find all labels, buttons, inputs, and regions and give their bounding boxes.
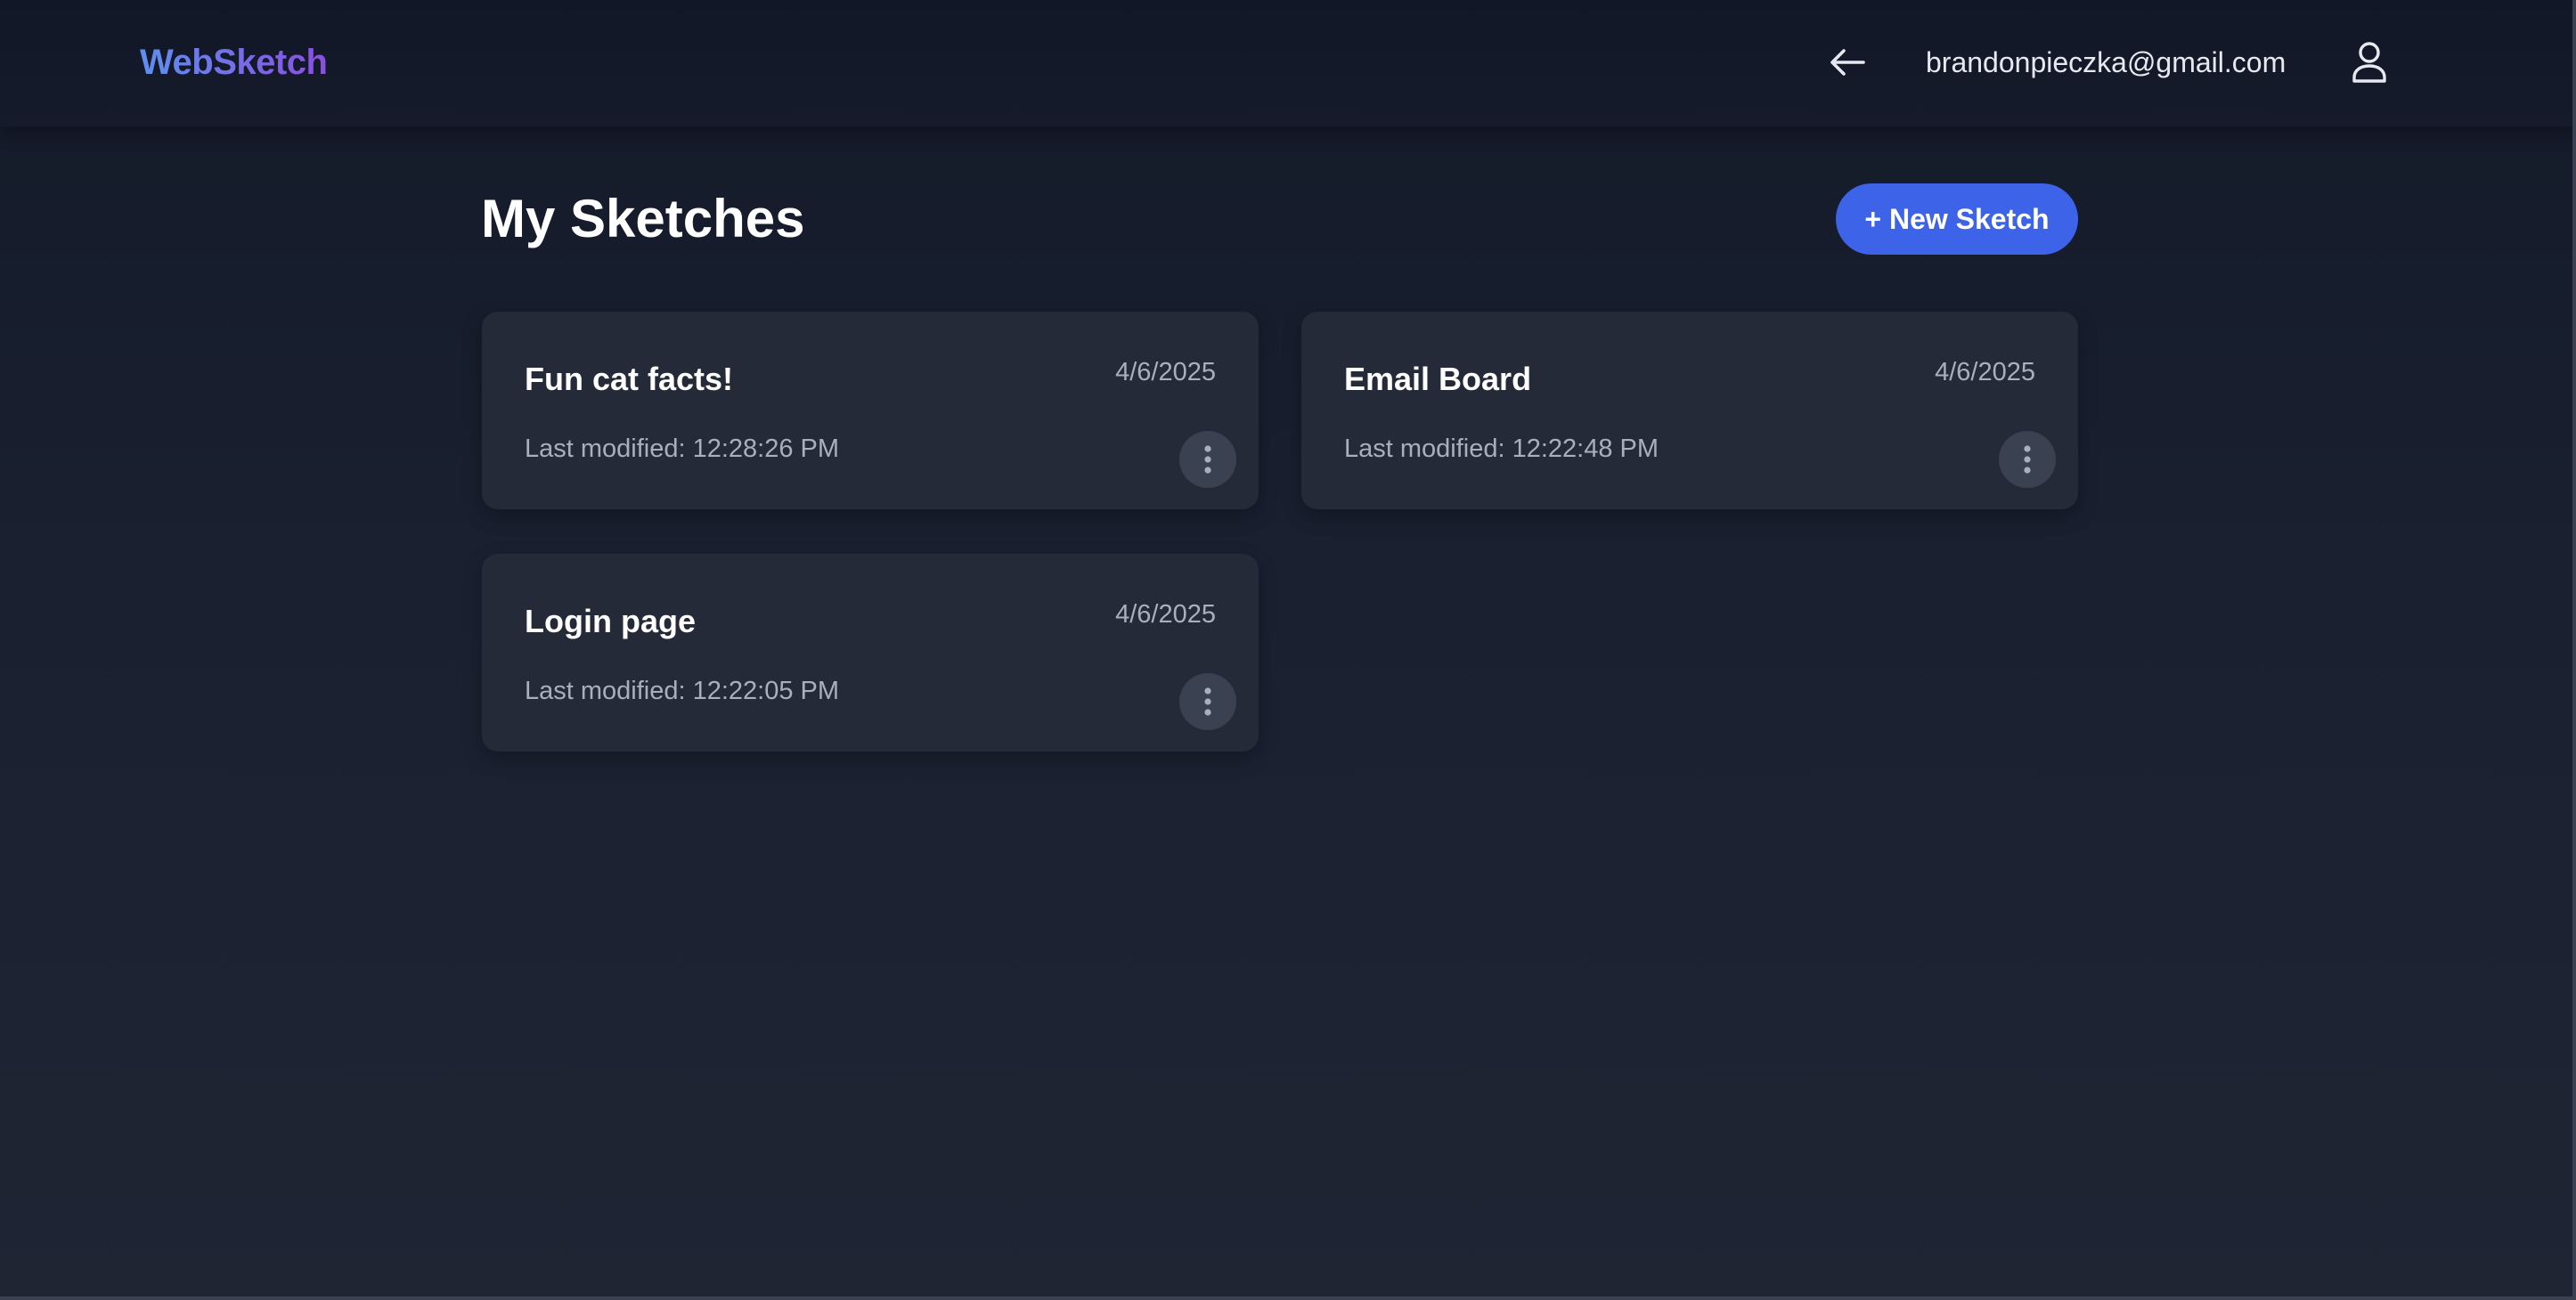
- window-edge: [0, 1296, 2576, 1300]
- sketch-last-modified: Last modified: 12:22:05 PM: [525, 677, 840, 705]
- sketch-options-button[interactable]: [1179, 431, 1236, 488]
- back-button[interactable]: [1824, 39, 1871, 85]
- sketch-title: Fun cat facts!: [525, 361, 734, 397]
- sketch-card[interactable]: Login page 4/6/2025 Last modified: 12:22…: [482, 554, 1259, 752]
- sketch-date: 4/6/2025: [1935, 358, 2035, 386]
- more-vertical-icon: [1204, 687, 1211, 716]
- sketch-options-button[interactable]: [1999, 431, 2056, 488]
- user-email: brandonpieczka@gmail.com: [1926, 46, 2287, 78]
- page-title: My Sketches: [481, 189, 805, 248]
- window-edge: [2572, 0, 2576, 1300]
- sketch-date: 4/6/2025: [1115, 600, 1216, 629]
- sketch-last-modified: Last modified: 12:28:26 PM: [525, 435, 840, 463]
- sketch-card[interactable]: Email Board 4/6/2025 Last modified: 12:2…: [1301, 312, 2078, 509]
- user-profile-button[interactable]: [2344, 36, 2394, 89]
- app-logo[interactable]: WebSketch: [140, 37, 328, 87]
- sketch-card[interactable]: Fun cat facts! 4/6/2025 Last modified: 1…: [482, 312, 1259, 509]
- more-vertical-icon: [2024, 445, 2031, 474]
- sketch-date: 4/6/2025: [1115, 358, 1216, 386]
- sketch-title: Email Board: [1344, 361, 1532, 397]
- more-vertical-icon: [1204, 445, 1211, 474]
- sketch-options-button[interactable]: [1179, 673, 1236, 730]
- user-icon: [2352, 42, 2386, 83]
- arrow-left-icon: [1830, 49, 1865, 76]
- new-sketch-button[interactable]: + New Sketch: [1836, 183, 2078, 255]
- sketch-last-modified: Last modified: 12:22:48 PM: [1344, 435, 1659, 463]
- top-navbar: WebSketch brandonpieczka@gmail.com: [0, 0, 2576, 126]
- sketch-title: Login page: [525, 603, 696, 639]
